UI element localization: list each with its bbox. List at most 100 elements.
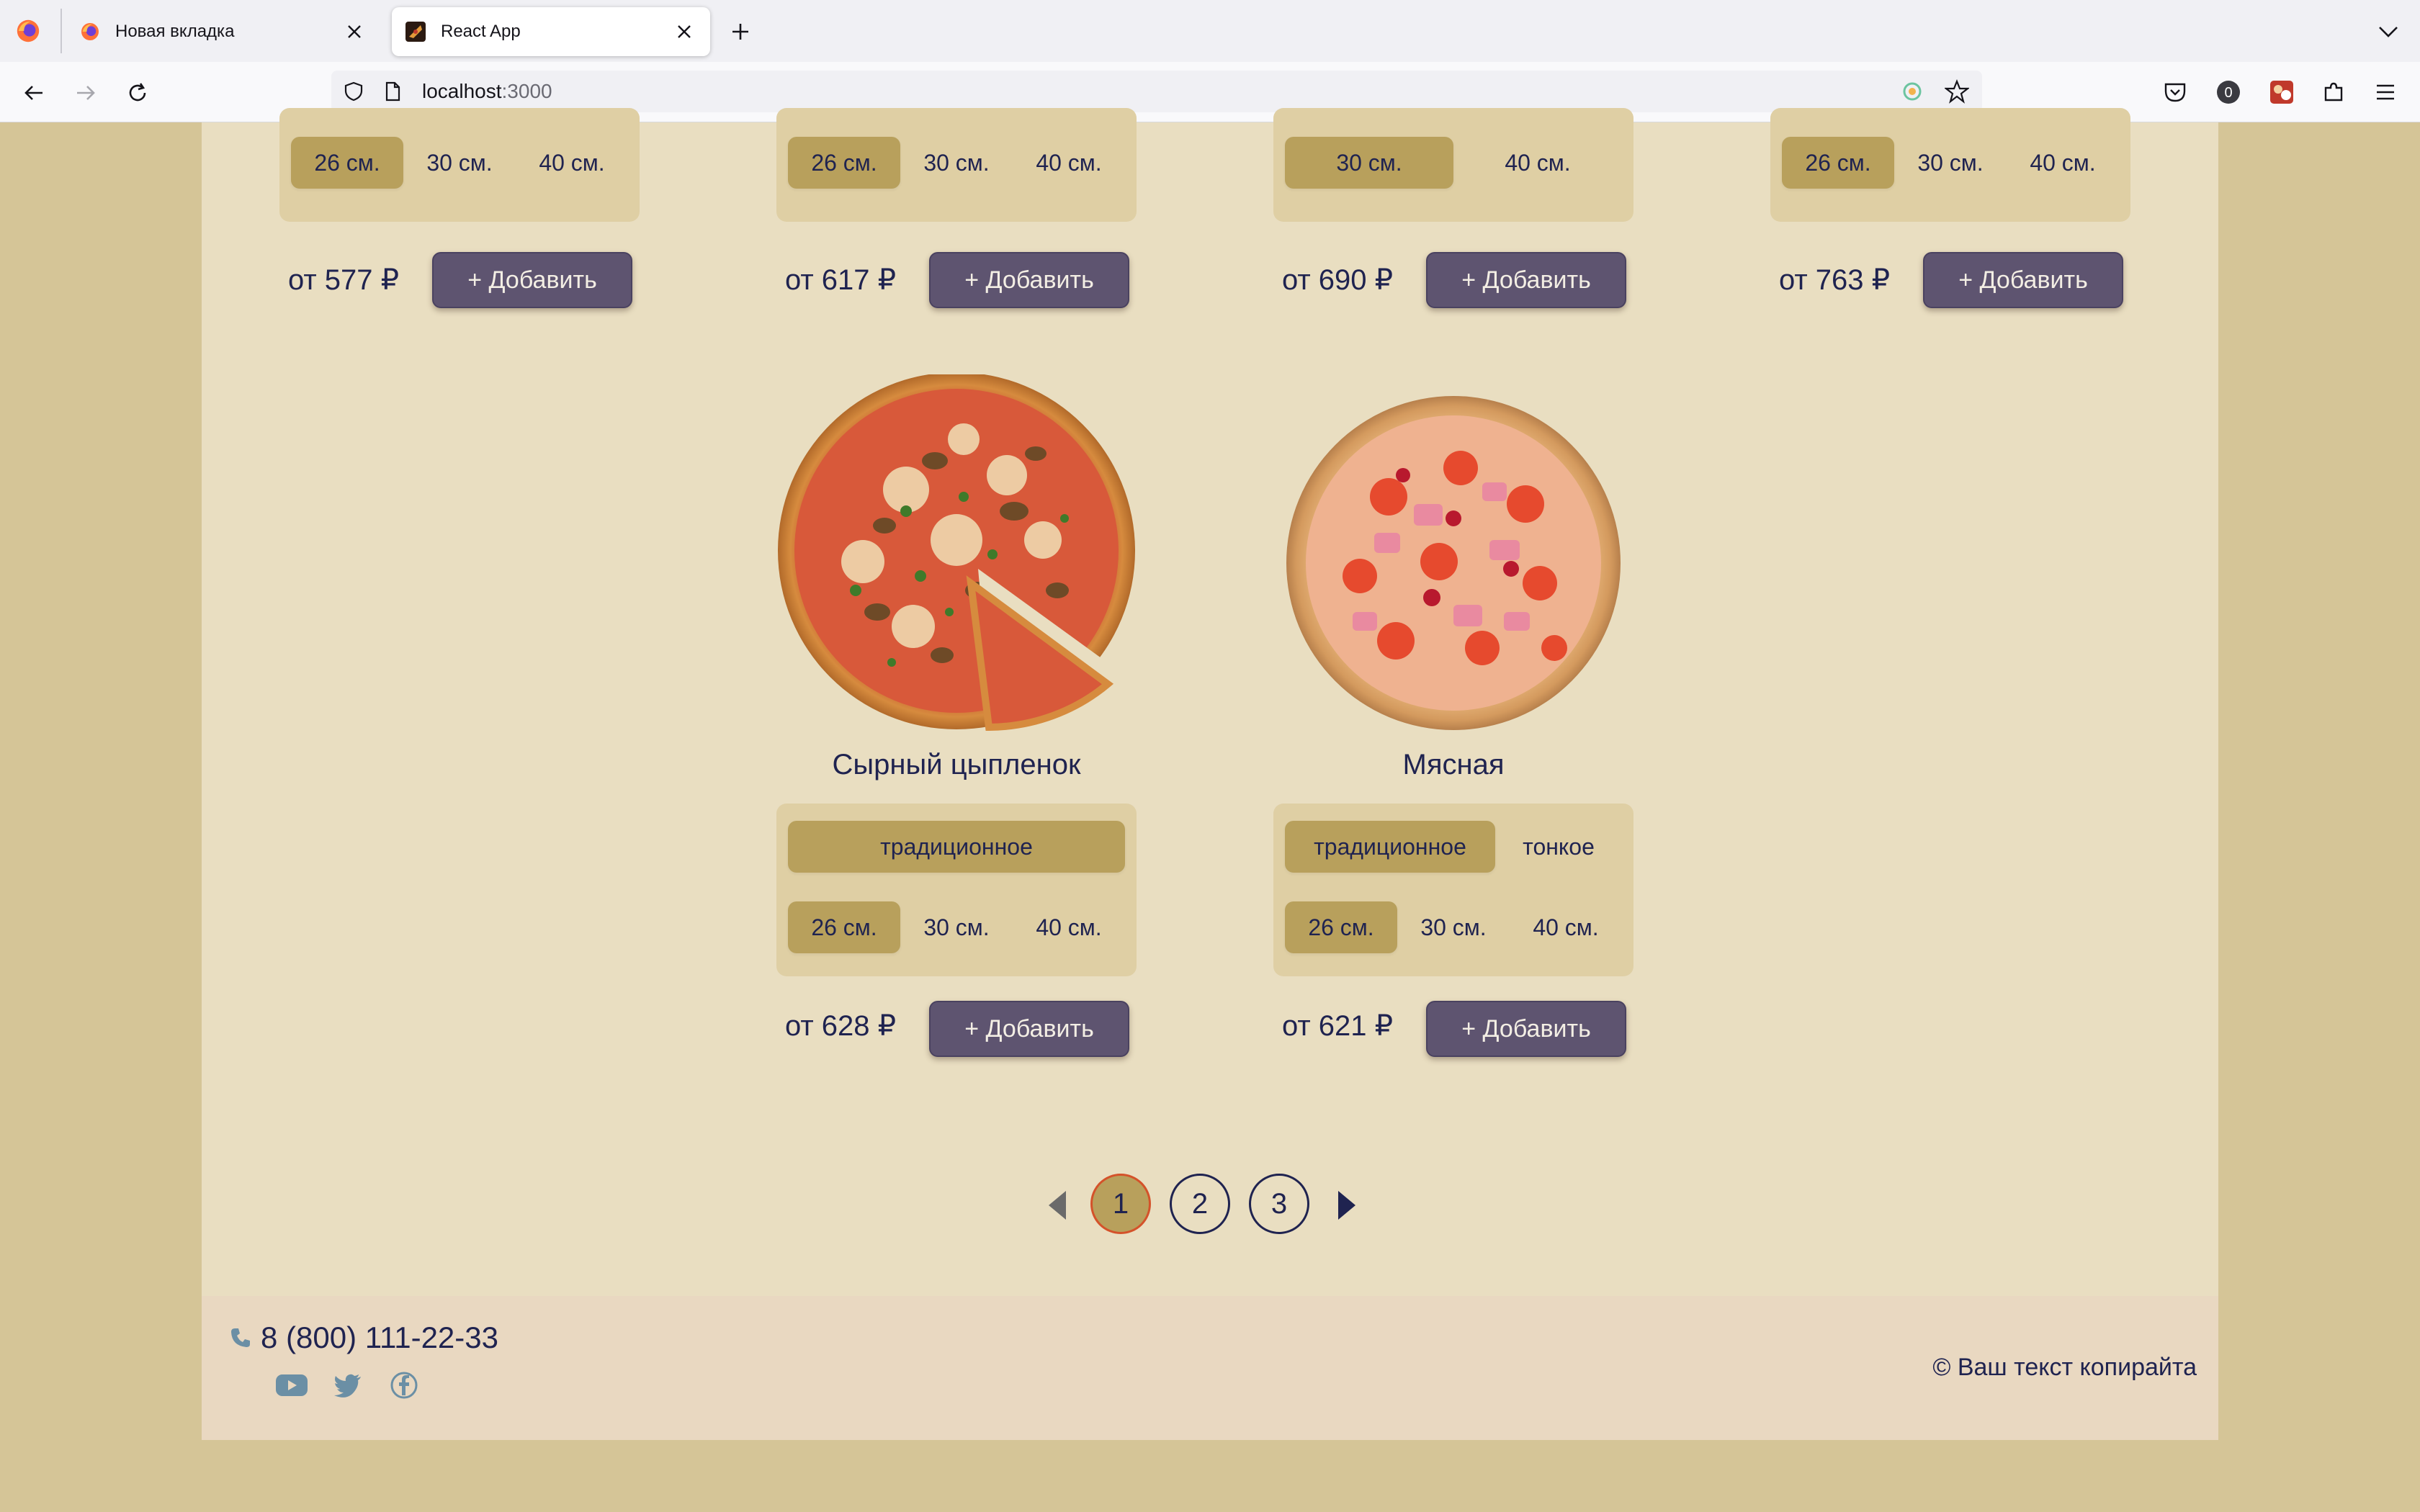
tab-title: Новая вкладка	[115, 22, 235, 41]
phone-icon	[231, 1328, 250, 1347]
close-tab-icon[interactable]	[340, 17, 369, 46]
size-option-26[interactable]: 26 см.	[788, 901, 900, 953]
address-bar[interactable]: localhost:3000	[331, 71, 1982, 112]
pizza-options-selector: 26 см. 30 см. 40 см.	[776, 108, 1137, 222]
dough-type-option-thin[interactable]: тонкое	[1495, 821, 1622, 873]
dough-type-option[interactable]: традиционное	[788, 821, 1125, 873]
add-to-cart-button[interactable]: + Добавить	[1426, 1001, 1626, 1057]
pizza-price: от 690 ₽	[1282, 264, 1394, 296]
size-option-40[interactable]: 40 см.	[1013, 901, 1125, 953]
next-page-icon[interactable]	[1331, 1188, 1360, 1223]
tab-bar: Новая вкладка React App	[0, 0, 2420, 62]
bookmark-star-icon[interactable]	[1945, 79, 1969, 104]
close-tab-icon[interactable]	[670, 17, 699, 46]
permissions-icon[interactable]	[1901, 81, 1923, 102]
hamburger-menu-icon	[2377, 84, 2394, 100]
size-option[interactable]: 26 см.	[1782, 137, 1894, 189]
page-button-1[interactable]: 1	[1090, 1174, 1151, 1234]
previous-page-icon[interactable]	[1044, 1188, 1073, 1223]
size-option[interactable]: 26 см.	[291, 137, 403, 189]
facebook-icon	[390, 1372, 418, 1399]
facebook-link[interactable]	[386, 1369, 422, 1401]
extensions-menu-button[interactable]	[2318, 76, 2349, 108]
react-app-favicon	[405, 22, 426, 42]
extension-badge-icon: 0	[2217, 81, 2240, 104]
size-option[interactable]: 40 см.	[516, 137, 628, 189]
twitter-link[interactable]	[330, 1369, 366, 1401]
youtube-icon	[276, 1374, 308, 1396]
pizza-options-selector: традиционное тонкое 26 см. 30 см. 40 см.	[1273, 804, 1634, 976]
pocket-icon	[2164, 83, 2186, 102]
page-icon[interactable]	[382, 81, 403, 102]
copyright-text: © Ваш текст копирайта	[1932, 1354, 2197, 1381]
add-to-cart-button[interactable]: + Добавить	[1426, 252, 1626, 308]
pizza-price: от 628 ₽	[785, 1010, 897, 1042]
shield-icon[interactable]	[343, 81, 364, 102]
phone-number: 8 (800) 111-22-33	[261, 1320, 498, 1354]
tab-title: React App	[441, 22, 521, 41]
dough-type-option-traditional[interactable]: традиционное	[1285, 821, 1495, 873]
size-option[interactable]: 30 см.	[403, 137, 516, 189]
pizza-title: Сырный цыпленок	[832, 749, 1081, 780]
twitter-icon	[334, 1374, 361, 1398]
size-option-30[interactable]: 30 см.	[1397, 901, 1510, 953]
arrow-right-icon	[77, 86, 95, 100]
tab-new-tab[interactable]: Новая вкладка	[66, 7, 380, 56]
url-port: :3000	[501, 80, 552, 102]
youtube-link[interactable]	[274, 1369, 310, 1401]
extension-counter-button[interactable]: 0	[2213, 76, 2244, 108]
pizza-title: Мясная	[1402, 749, 1505, 780]
add-to-cart-button[interactable]: + Добавить	[929, 1001, 1129, 1057]
size-option[interactable]: 40 см.	[2007, 137, 2119, 189]
pizza-price: от 617 ₽	[785, 264, 897, 296]
pizza-options-selector: 26 см. 30 см. 40 см.	[1770, 108, 2130, 222]
footer	[202, 1296, 2218, 1440]
pizza-options-selector: традиционное 26 см. 30 см. 40 см.	[776, 804, 1137, 976]
size-option[interactable]: 30 см.	[1894, 137, 2007, 189]
tab-react-app[interactable]: React App	[392, 7, 710, 56]
add-to-cart-button[interactable]: + Добавить	[1923, 252, 2123, 308]
social-links	[274, 1369, 442, 1401]
size-option-30[interactable]: 30 см.	[900, 901, 1013, 953]
extension-button[interactable]	[2266, 76, 2298, 108]
size-option-40[interactable]: 40 см.	[1510, 901, 1622, 953]
forward-button[interactable]	[69, 76, 102, 109]
plus-icon	[732, 24, 748, 40]
puzzle-icon	[2324, 82, 2343, 102]
pagination: 1 2 3	[1044, 1174, 1368, 1237]
size-option[interactable]: 30 см.	[900, 137, 1013, 189]
arrow-left-icon	[24, 86, 42, 100]
pizza-image-cheese-chicken	[778, 374, 1135, 732]
extension-badge-count: 0	[2224, 85, 2232, 101]
chevron-down-icon	[2379, 27, 2398, 37]
pizza-price: от 577 ₽	[288, 264, 400, 296]
reload-button[interactable]	[121, 76, 154, 109]
url-text[interactable]: localhost:3000	[422, 81, 552, 102]
add-to-cart-button[interactable]: + Добавить	[432, 252, 632, 308]
back-button[interactable]	[17, 76, 50, 109]
size-option-26[interactable]: 26 см.	[1285, 901, 1397, 953]
pizza-options-selector: 26 см. 30 см. 40 см.	[279, 108, 640, 222]
page-button-3[interactable]: 3	[1249, 1174, 1309, 1234]
size-option[interactable]: 26 см.	[788, 137, 900, 189]
size-option[interactable]: 40 см.	[1453, 137, 1622, 189]
footer-phone[interactable]: 8 (800) 111-22-33	[229, 1320, 498, 1355]
pocket-button[interactable]	[2159, 76, 2191, 108]
new-tab-button[interactable]	[725, 16, 756, 48]
firefox-icon	[81, 23, 99, 40]
pizza-price: от 763 ₽	[1779, 264, 1891, 296]
extension-app-icon	[2270, 81, 2293, 104]
reload-icon	[129, 83, 146, 102]
pizza-options-selector: 30 см. 40 см.	[1273, 108, 1634, 222]
list-all-tabs-button[interactable]	[2374, 17, 2403, 46]
size-option[interactable]: 30 см.	[1285, 137, 1453, 189]
add-to-cart-button[interactable]: + Добавить	[929, 252, 1129, 308]
tab-separator	[60, 9, 62, 53]
pizza-image-meat	[1286, 396, 1621, 730]
size-option[interactable]: 40 см.	[1013, 137, 1125, 189]
pizza-price: от 621 ₽	[1282, 1010, 1394, 1042]
page-button-2[interactable]: 2	[1170, 1174, 1230, 1234]
app-menu-button[interactable]	[2370, 76, 2401, 108]
url-host: localhost	[422, 80, 502, 102]
firefox-view-icon[interactable]	[14, 17, 42, 45]
